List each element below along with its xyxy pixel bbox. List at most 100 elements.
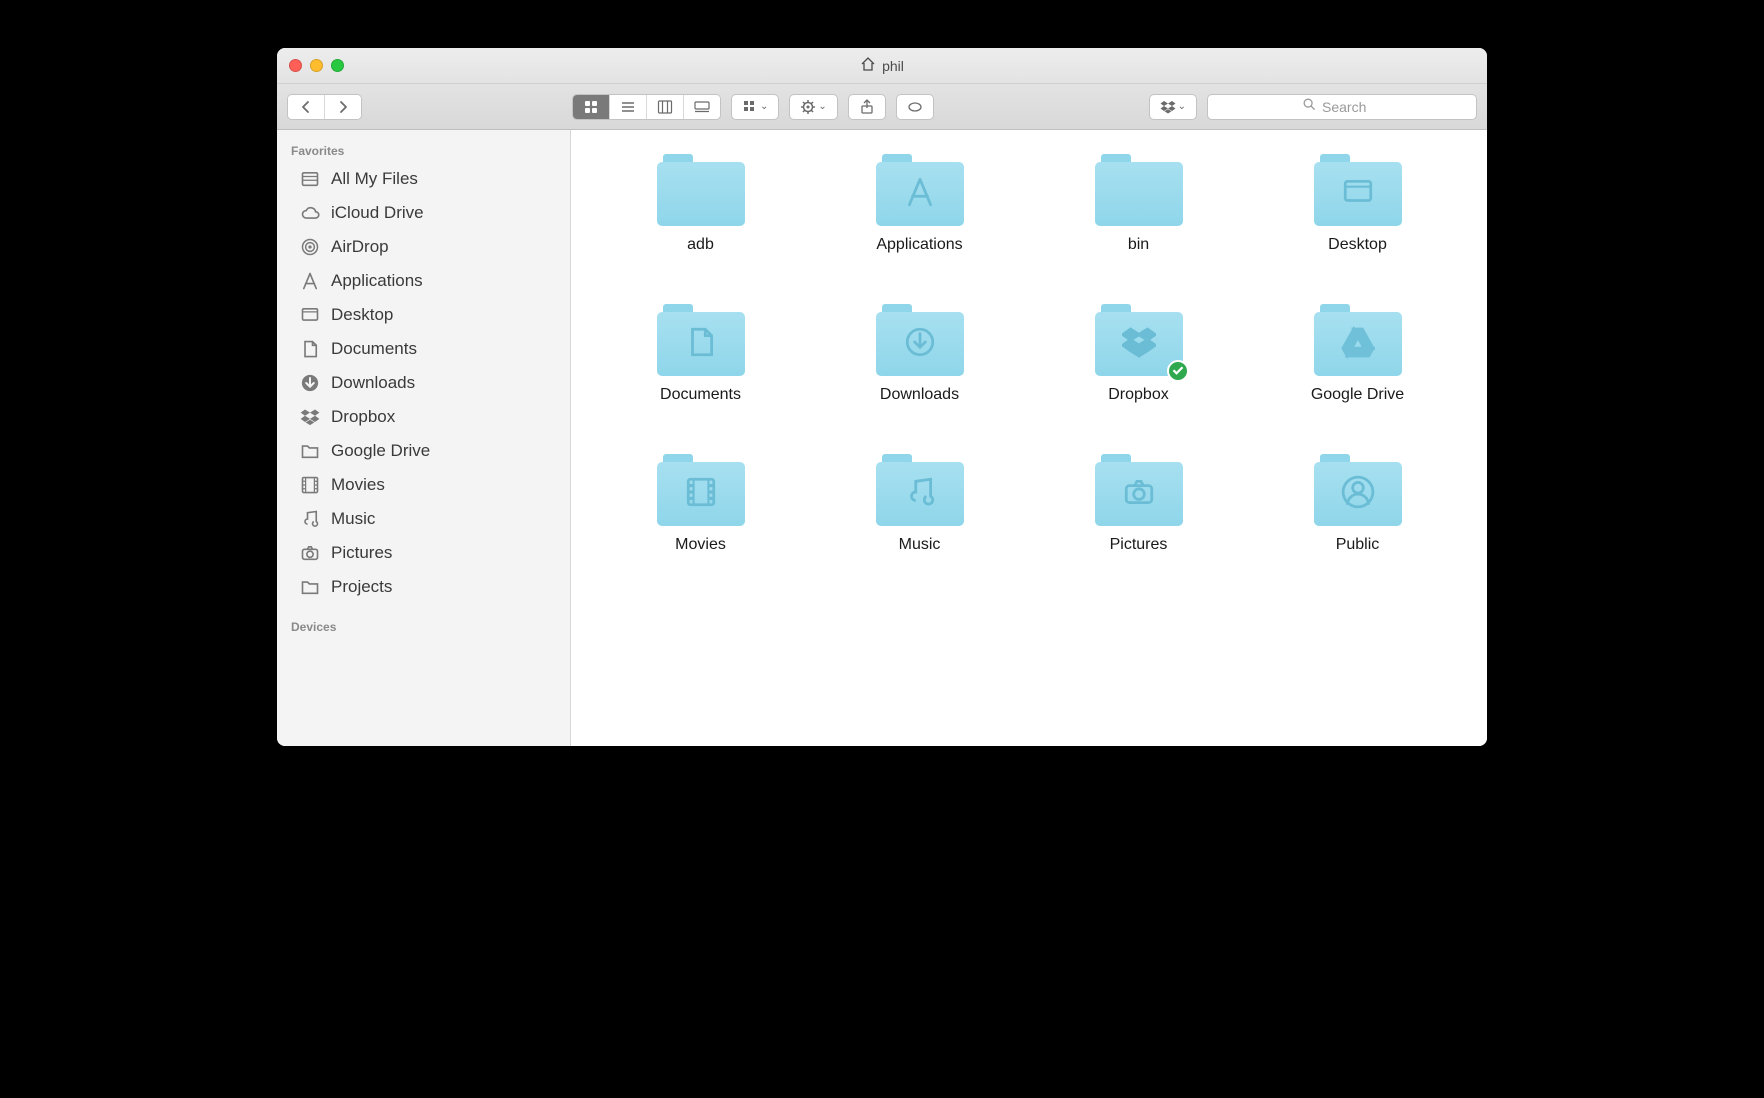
sidebar-item-music[interactable]: Music bbox=[277, 502, 570, 536]
folder-label: Documents bbox=[660, 386, 741, 404]
coverflow-view-button[interactable] bbox=[683, 95, 720, 119]
sidebar-item-pictures[interactable]: Pictures bbox=[277, 536, 570, 570]
music-icon bbox=[299, 508, 321, 530]
pictures-icon bbox=[299, 542, 321, 564]
folder-item[interactable]: Public bbox=[1258, 454, 1457, 554]
sidebar-item-label: Pictures bbox=[331, 543, 392, 563]
folder-item[interactable]: adb bbox=[601, 154, 800, 254]
sidebar-item-documents[interactable]: Documents bbox=[277, 332, 570, 366]
folder-label: Google Drive bbox=[1311, 386, 1404, 404]
action-gear-button[interactable]: ⌄ bbox=[789, 94, 837, 120]
folder-icon bbox=[876, 154, 964, 226]
dropbox-icon bbox=[1122, 325, 1156, 364]
folder-label: adb bbox=[687, 236, 714, 254]
folder-icon bbox=[1095, 454, 1183, 526]
tags-button[interactable] bbox=[896, 94, 934, 120]
share-button[interactable] bbox=[848, 94, 886, 120]
list-view-button[interactable] bbox=[609, 95, 646, 119]
applications-icon bbox=[299, 270, 321, 292]
desktop-icon bbox=[1341, 175, 1375, 214]
window-title: phil bbox=[277, 56, 1487, 75]
sidebar-item-label: Google Drive bbox=[331, 441, 430, 461]
folder-item[interactable]: Applications bbox=[820, 154, 1019, 254]
sidebar-item-all-my-files[interactable]: All My Files bbox=[277, 162, 570, 196]
content-area[interactable]: adb ApplicationsbinDesktop Documents Downlo… bbox=[571, 130, 1487, 746]
folder-label: Movies bbox=[675, 536, 726, 554]
folder-icon bbox=[299, 576, 321, 598]
cloud-icon bbox=[299, 202, 321, 224]
dropbox-toolbar-button[interactable]: ⌄ bbox=[1149, 94, 1197, 120]
folder-item[interactable]: Dropbox bbox=[1039, 304, 1238, 404]
all-my-files-icon bbox=[299, 168, 321, 190]
sidebar-section-devices: Devices bbox=[277, 614, 570, 638]
window-body: Favorites All My Files iCloud Drive AirD… bbox=[277, 130, 1487, 746]
folder-item[interactable]: Music bbox=[820, 454, 1019, 554]
folder-icon bbox=[1095, 154, 1183, 226]
sidebar-item-label: All My Files bbox=[331, 169, 418, 189]
toolbar: ⌄ ⌄ ⌄ bbox=[277, 84, 1487, 130]
folder-item[interactable]: Movies bbox=[601, 454, 800, 554]
movies-icon bbox=[684, 475, 718, 514]
sidebar: Favorites All My Files iCloud Drive AirD… bbox=[277, 130, 571, 746]
folder-icon bbox=[876, 304, 964, 376]
column-view-button[interactable] bbox=[646, 95, 683, 119]
sidebar-item-dropbox[interactable]: Dropbox bbox=[277, 400, 570, 434]
folder-item[interactable]: Desktop bbox=[1258, 154, 1457, 254]
folder-icon bbox=[1314, 154, 1402, 226]
search-field[interactable] bbox=[1207, 94, 1477, 120]
desktop-icon bbox=[299, 304, 321, 326]
sidebar-item-label: iCloud Drive bbox=[331, 203, 424, 223]
back-button[interactable] bbox=[288, 95, 324, 119]
sidebar-item-desktop[interactable]: Desktop bbox=[277, 298, 570, 332]
sidebar-item-label: Dropbox bbox=[331, 407, 395, 427]
forward-button[interactable] bbox=[324, 95, 361, 119]
documents-icon bbox=[299, 338, 321, 360]
sidebar-item-movies[interactable]: Movies bbox=[277, 468, 570, 502]
dropbox-icon bbox=[299, 406, 321, 428]
sidebar-item-airdrop[interactable]: AirDrop bbox=[277, 230, 570, 264]
folder-icon bbox=[299, 440, 321, 462]
sidebar-item-applications[interactable]: Applications bbox=[277, 264, 570, 298]
view-mode-group bbox=[572, 94, 721, 120]
sidebar-item-icloud-drive[interactable]: iCloud Drive bbox=[277, 196, 570, 230]
folder-item[interactable]: Downloads bbox=[820, 304, 1019, 404]
folder-icon bbox=[657, 304, 745, 376]
gdrive-icon bbox=[1341, 325, 1375, 364]
folder-item[interactable]: Documents bbox=[601, 304, 800, 404]
search-input[interactable] bbox=[1322, 99, 1382, 115]
folder-grid: adb ApplicationsbinDesktop Documents Downlo… bbox=[601, 154, 1457, 554]
folder-item[interactable]: Pictures bbox=[1039, 454, 1238, 554]
applications-icon bbox=[903, 175, 937, 214]
sidebar-item-label: Music bbox=[331, 509, 375, 529]
close-window-button[interactable] bbox=[289, 59, 302, 72]
downloads-icon bbox=[903, 325, 937, 364]
folder-item[interactable]: bin bbox=[1039, 154, 1238, 254]
finder-window: phil ⌄ ⌄ ⌄ bbox=[277, 48, 1487, 746]
zoom-window-button[interactable] bbox=[331, 59, 344, 72]
arrange-button[interactable]: ⌄ bbox=[731, 94, 779, 120]
public-icon bbox=[1341, 475, 1375, 514]
home-icon bbox=[860, 56, 876, 75]
folder-item[interactable]: Google Drive bbox=[1258, 304, 1457, 404]
sidebar-section-favorites: Favorites bbox=[277, 138, 570, 162]
downloads-icon bbox=[299, 372, 321, 394]
folder-label: Dropbox bbox=[1108, 386, 1168, 404]
folder-icon bbox=[1314, 304, 1402, 376]
window-controls bbox=[277, 59, 344, 72]
sidebar-item-google-drive[interactable]: Google Drive bbox=[277, 434, 570, 468]
search-icon bbox=[1302, 97, 1316, 116]
icon-view-button[interactable] bbox=[573, 95, 609, 119]
folder-label: Music bbox=[899, 536, 941, 554]
sidebar-item-projects[interactable]: Projects bbox=[277, 570, 570, 604]
minimize-window-button[interactable] bbox=[310, 59, 323, 72]
pictures-icon bbox=[1122, 475, 1156, 514]
sidebar-item-label: Applications bbox=[331, 271, 423, 291]
sidebar-item-label: Projects bbox=[331, 577, 392, 597]
sync-ok-badge-icon bbox=[1167, 360, 1189, 382]
folder-icon bbox=[657, 454, 745, 526]
sidebar-item-label: Desktop bbox=[331, 305, 393, 325]
movies-icon bbox=[299, 474, 321, 496]
sidebar-item-label: AirDrop bbox=[331, 237, 389, 257]
music-icon bbox=[903, 475, 937, 514]
sidebar-item-downloads[interactable]: Downloads bbox=[277, 366, 570, 400]
